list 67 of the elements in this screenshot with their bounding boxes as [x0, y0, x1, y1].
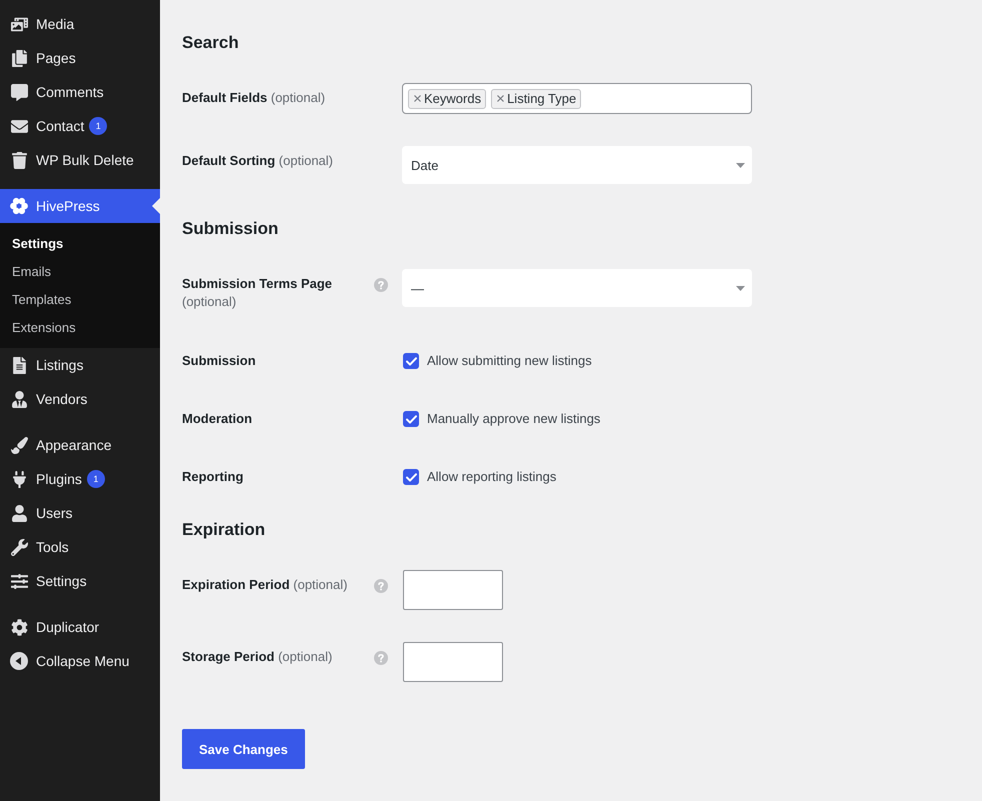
- section-heading: Expiration: [182, 519, 266, 541]
- count-badge: 1: [89, 117, 108, 135]
- tag-chip[interactable]: Listing Type: [491, 88, 582, 108]
- sidebar-item[interactable]: HivePress: [0, 189, 160, 223]
- checkbox[interactable]: [403, 469, 419, 485]
- checkbox[interactable]: [403, 353, 419, 369]
- submenu-item[interactable]: Settings: [0, 229, 160, 257]
- text-input[interactable]: [403, 642, 503, 682]
- field-label: Default Fields (optional): [182, 89, 326, 107]
- text-input[interactable]: [403, 570, 503, 610]
- checkbox-label[interactable]: Allow submitting new listings: [427, 352, 592, 370]
- sliders-icon: [10, 572, 28, 590]
- close-icon[interactable]: [497, 95, 504, 102]
- close-icon[interactable]: [414, 95, 421, 102]
- tag-chip[interactable]: Keywords: [408, 88, 486, 108]
- paintbrush-icon: [10, 436, 28, 454]
- flower-logo-icon: [10, 197, 28, 215]
- sidebar-item[interactable]: Media: [0, 7, 160, 41]
- user-icon: [10, 504, 28, 522]
- document-icon: [10, 356, 28, 374]
- sidebar-item[interactable]: Appearance: [0, 428, 160, 462]
- sidebar-item[interactable]: Listings: [0, 348, 160, 382]
- select-field[interactable]: Date: [402, 146, 752, 184]
- field-label: Reporting: [182, 468, 244, 486]
- field-label: Submission: [182, 352, 257, 370]
- photo-video-icon: [10, 16, 28, 32]
- user-tie-icon: [10, 390, 28, 408]
- wrench-icon: [10, 538, 28, 556]
- caret-down-icon: [736, 162, 745, 168]
- save-button[interactable]: Save Changes: [182, 729, 305, 769]
- sidebar-item[interactable]: Duplicator: [0, 610, 160, 644]
- tags-field[interactable]: Keywords Listing Type: [402, 83, 752, 114]
- field-label: Moderation: [182, 410, 254, 428]
- checkbox-label[interactable]: Allow reporting listings: [427, 468, 556, 486]
- sidebar-item[interactable]: Plugins 1: [0, 462, 160, 496]
- sidebar-item[interactable]: Comments: [0, 75, 160, 109]
- section-heading: Search: [182, 32, 240, 54]
- sidebar-item[interactable]: Settings: [0, 564, 160, 598]
- section-heading: Submission: [182, 218, 280, 240]
- pages-icon: [10, 50, 28, 66]
- sidebar-item[interactable]: Contact 1: [0, 109, 160, 143]
- sidebar-item[interactable]: Users: [0, 496, 160, 530]
- field-label: Submission Terms Page (optional): [182, 275, 334, 311]
- collapse-menu-button[interactable]: Collapse Menu: [0, 644, 160, 678]
- gear-icon: [10, 618, 28, 636]
- field-label: Expiration Period (optional): [182, 576, 348, 594]
- field-label: Default Sorting (optional): [182, 152, 334, 170]
- count-badge: 1: [86, 470, 105, 488]
- trash-icon: [10, 152, 28, 168]
- submenu-item[interactable]: Templates: [0, 285, 160, 313]
- checkbox-label[interactable]: Manually approve new listings: [427, 410, 600, 428]
- sidebar-item[interactable]: Vendors: [0, 382, 160, 416]
- checkmark-icon: [406, 356, 416, 366]
- sidebar-item[interactable]: Tools: [0, 530, 160, 564]
- field-label: Storage Period (optional): [182, 648, 334, 666]
- submenu-item[interactable]: Emails: [0, 257, 160, 285]
- checkbox[interactable]: [403, 411, 419, 427]
- comment-icon: [10, 84, 28, 100]
- envelope-icon: [10, 118, 28, 134]
- plug-icon: [10, 470, 28, 488]
- checkmark-icon: [406, 414, 416, 424]
- submenu-item[interactable]: Extensions: [0, 313, 160, 341]
- caret-down-icon: [736, 286, 745, 290]
- select-field[interactable]: —: [402, 269, 752, 307]
- sidebar-item[interactable]: WP Bulk Delete: [0, 143, 160, 177]
- checkmark-icon: [406, 472, 416, 482]
- sidebar-item[interactable]: Pages: [0, 41, 160, 75]
